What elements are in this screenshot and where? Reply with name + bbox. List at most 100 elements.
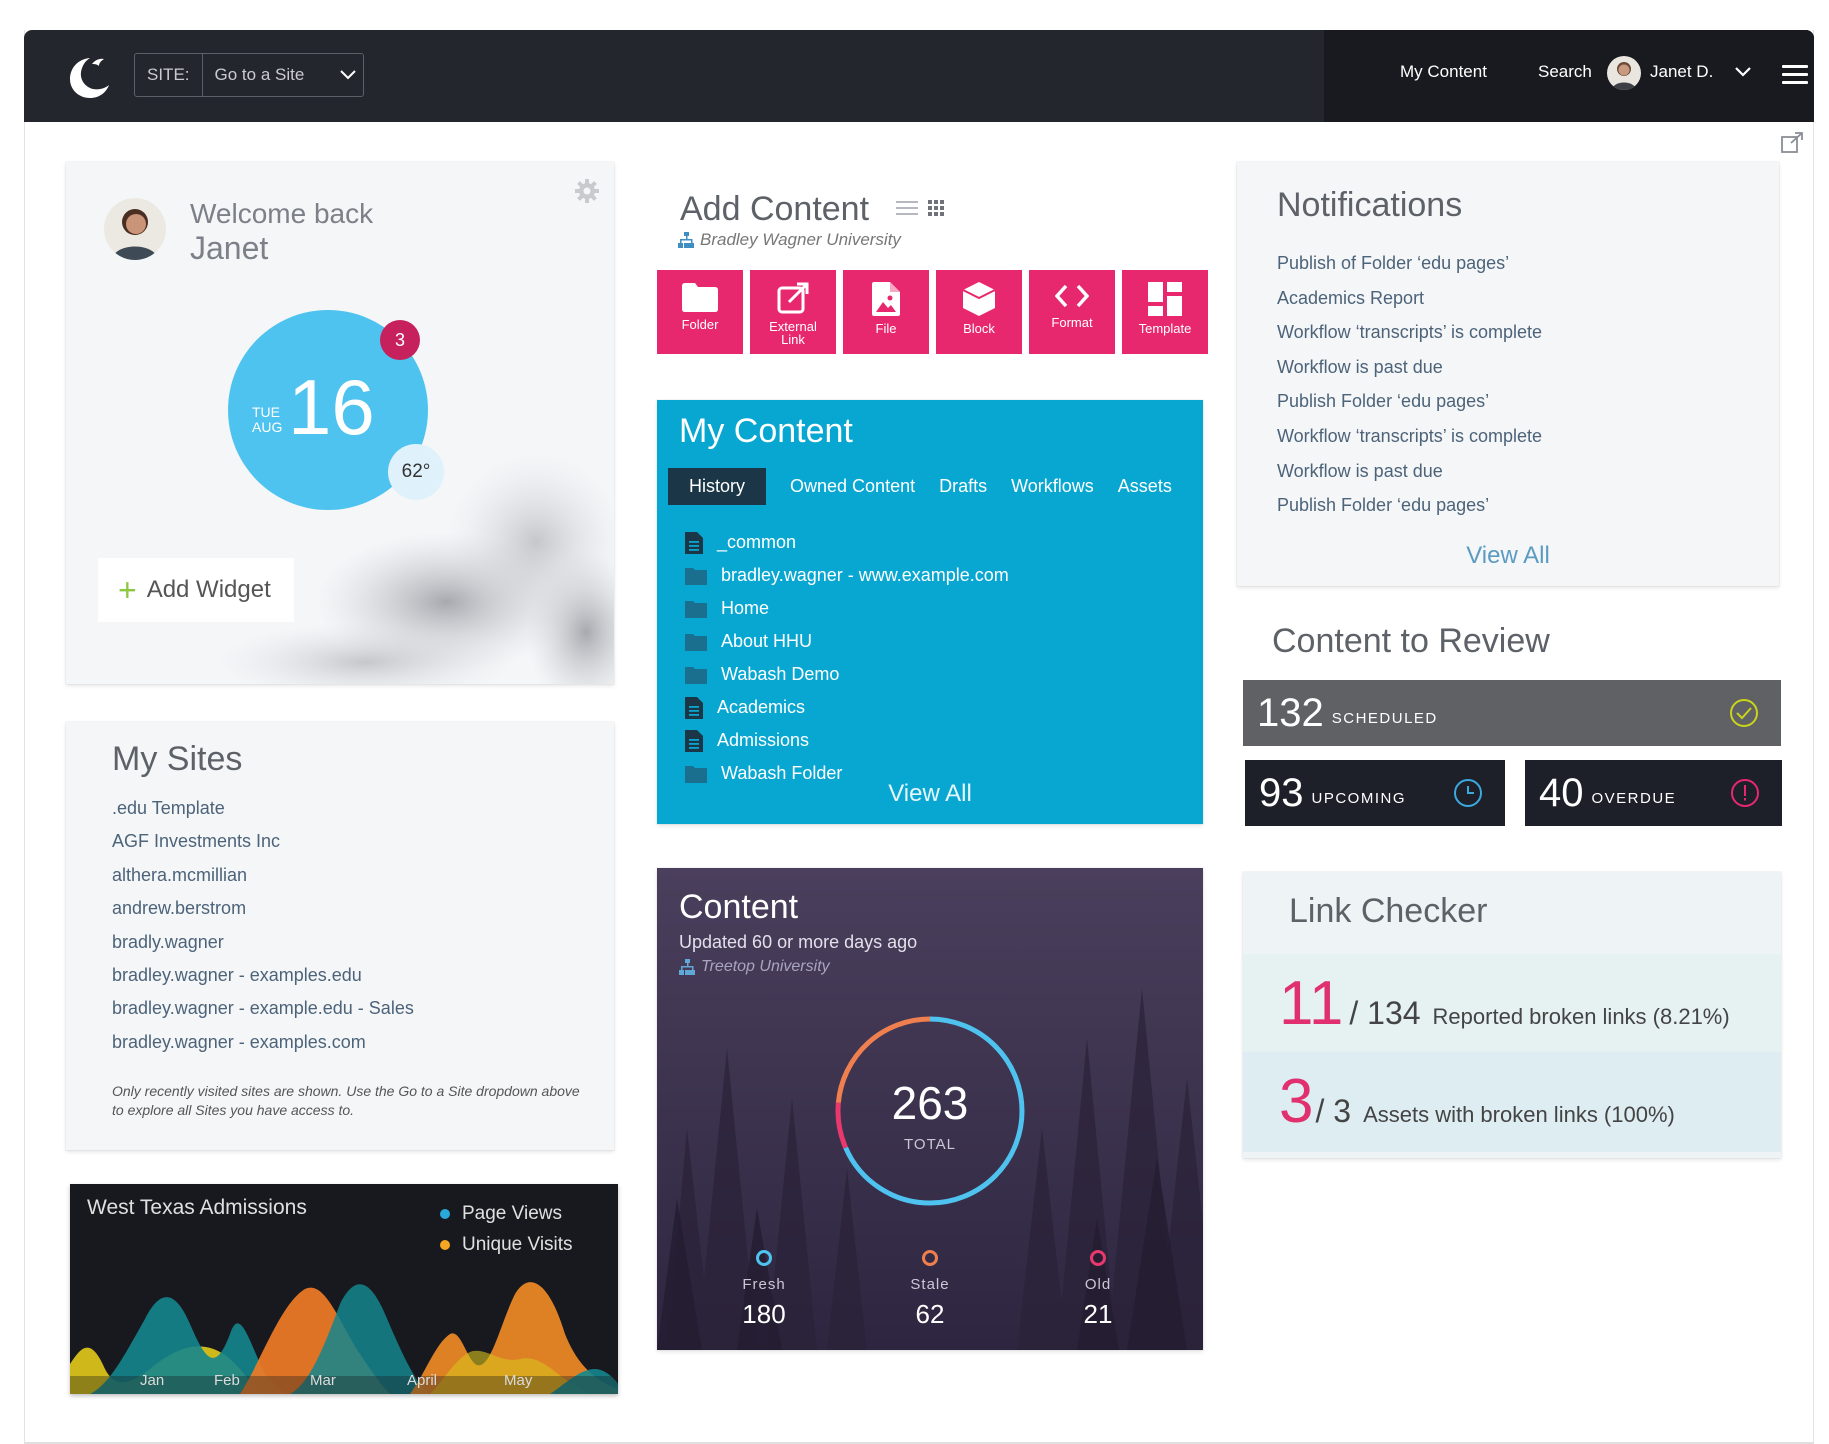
stat-label: Stale <box>910 1276 950 1293</box>
site-link[interactable]: althera.mcmillian <box>112 859 414 892</box>
list-item-label: Admissions <box>717 730 810 750</box>
scheduled-review-button[interactable]: 132 SCHEDULED <box>1243 680 1781 746</box>
list-item-label: About HHU <box>721 631 813 651</box>
site-link[interactable]: .edu Template <box>112 792 414 825</box>
chart-title: West Texas Admissions <box>87 1196 307 1219</box>
broken-links-row[interactable]: 11 / 134 Reported broken links (8.21%) <box>1243 954 1781 1054</box>
date-weekday: TUE <box>252 404 280 420</box>
tab-workflows[interactable]: Workflows <box>1001 468 1104 505</box>
notifications-list: Publish of Folder ‘edu pages’ Academics … <box>1277 246 1542 523</box>
site-link[interactable]: bradley.wagner - example.edu - Sales <box>112 992 414 1025</box>
page-icon <box>685 696 703 719</box>
list-item[interactable]: bradley.wagner - www.example.com <box>685 559 1009 592</box>
content-title: Content <box>679 888 799 926</box>
check-circle-icon <box>1730 699 1758 727</box>
legend-dot-icon <box>440 1208 450 1219</box>
add-folder-button[interactable]: Folder <box>657 270 743 354</box>
nav-my-content[interactable]: My Content <box>1400 62 1487 82</box>
my-sites-title: My Sites <box>112 740 243 778</box>
stat-stale: Stale 62 <box>870 1250 990 1330</box>
list-item[interactable]: Academics <box>685 691 1009 724</box>
site-link[interactable]: bradley.wagner - examples.com <box>112 1026 414 1059</box>
my-sites-widget: My Sites .edu Template AGF Investments I… <box>66 722 614 1150</box>
x-tick-label: Feb <box>214 1372 240 1389</box>
scheduled-label: SCHEDULED <box>1331 709 1438 727</box>
list-item[interactable]: Wabash Demo <box>685 658 1009 691</box>
add-widget-label: Add Widget <box>146 576 271 603</box>
notifications-title: Notifications <box>1277 186 1463 224</box>
my-content-view-all-link[interactable]: View All <box>657 780 1203 808</box>
chevron-down-icon <box>333 54 363 96</box>
user-avatar[interactable] <box>1607 56 1641 90</box>
site-link[interactable]: bradley.wagner - examples.edu <box>112 959 414 992</box>
file-icon <box>872 282 900 316</box>
notification-link[interactable]: Workflow is past due <box>1277 350 1542 385</box>
list-item[interactable]: Admissions <box>685 724 1009 757</box>
notification-link[interactable]: Publish Folder ‘edu pages’ <box>1277 488 1542 523</box>
my-content-widget: My Content History Owned Content Drafts … <box>657 400 1203 824</box>
x-tick-label: Mar <box>310 1372 336 1389</box>
plus-icon: + <box>118 571 137 608</box>
content-subtitle: Updated 60 or more days ago <box>679 932 918 952</box>
notification-link[interactable]: Workflow ‘transcripts’ is complete <box>1277 315 1542 350</box>
notifications-widget: Notifications Publish of Folder ‘edu pag… <box>1237 162 1779 586</box>
legend-item: Unique Visits <box>440 1229 573 1260</box>
menu-icon[interactable] <box>1782 65 1808 89</box>
grid-view-icon[interactable] <box>928 200 944 216</box>
list-item[interactable]: _common <box>685 526 1009 559</box>
legend-label: Page Views <box>462 1202 562 1224</box>
user-menu-chevron-icon[interactable] <box>1734 66 1752 78</box>
list-item[interactable]: About HHU <box>685 625 1009 658</box>
upcoming-review-button[interactable]: 93 UPCOMING <box>1245 760 1505 826</box>
notification-link[interactable]: Academics Report <box>1277 281 1542 316</box>
site-select-value: Go to a Site <box>214 65 305 84</box>
notification-link[interactable]: Workflow is past due <box>1277 454 1542 489</box>
my-content-list: _common bradley.wagner - www.example.com… <box>685 526 1009 790</box>
site-link[interactable]: AGF Investments Inc <box>112 825 414 858</box>
tab-owned-content[interactable]: Owned Content <box>780 468 925 505</box>
list-item[interactable]: Home <box>685 592 1009 625</box>
clock-icon <box>1454 779 1482 807</box>
stat-label: Fresh <box>742 1276 786 1293</box>
my-content-tabs: History Owned Content Drafts Workflows A… <box>668 468 1186 505</box>
scheduled-count: 132 <box>1257 690 1324 735</box>
add-content-org: Bradley Wagner University <box>678 230 901 250</box>
tab-history[interactable]: History <box>668 468 767 505</box>
add-file-button[interactable]: File <box>843 270 929 354</box>
stat-old: Old 21 <box>1038 1250 1158 1330</box>
add-block-button[interactable]: Block <box>936 270 1022 354</box>
tab-drafts[interactable]: Drafts <box>929 468 997 505</box>
broken-assets-row[interactable]: 3 / 3 Assets with broken links (100%) <box>1243 1052 1781 1152</box>
page-icon <box>685 729 703 752</box>
site-link[interactable]: bradly.wagner <box>112 926 414 959</box>
add-widget-button[interactable]: + Add Widget <box>98 558 294 622</box>
folder-icon <box>685 633 707 651</box>
site-select[interactable]: SITE: Go to a Site <box>134 53 364 97</box>
welcome-widget: Welcome back Janet TUE AUG 16 3 62° + Ad… <box>66 162 614 684</box>
folder-icon <box>685 600 707 618</box>
user-name[interactable]: Janet D. <box>1650 62 1713 82</box>
notification-link[interactable]: Publish Folder ‘edu pages’ <box>1277 384 1542 419</box>
folder-icon <box>685 567 707 585</box>
gear-icon[interactable] <box>574 178 600 204</box>
add-template-button[interactable]: Template <box>1122 270 1208 354</box>
list-view-icon[interactable] <box>896 200 918 216</box>
notifications-view-all-link[interactable]: View All <box>1237 542 1779 570</box>
add-format-button[interactable]: Format <box>1029 270 1115 354</box>
welcome-greeting: Welcome back <box>190 198 374 229</box>
add-external-link-button[interactable]: External Link <box>750 270 836 354</box>
my-content-title: My Content <box>679 412 853 450</box>
tile-label: Template <box>1138 321 1192 336</box>
content-total-label: TOTAL <box>904 1136 956 1153</box>
external-link-icon[interactable] <box>1780 132 1804 154</box>
overdue-label: OVERDUE <box>1591 789 1677 807</box>
overdue-review-button[interactable]: 40 OVERDUE <box>1525 760 1782 826</box>
notification-link[interactable]: Workflow ‘transcripts’ is complete <box>1277 419 1542 454</box>
notification-count-badge[interactable]: 3 <box>380 320 420 360</box>
brand-logo-icon[interactable] <box>66 52 116 102</box>
content-review-title: Content to Review <box>1272 622 1550 660</box>
notification-link[interactable]: Publish of Folder ‘edu pages’ <box>1277 246 1542 281</box>
nav-search[interactable]: Search <box>1538 62 1592 82</box>
site-link[interactable]: andrew.berstrom <box>112 892 414 925</box>
tab-assets[interactable]: Assets <box>1108 468 1182 505</box>
